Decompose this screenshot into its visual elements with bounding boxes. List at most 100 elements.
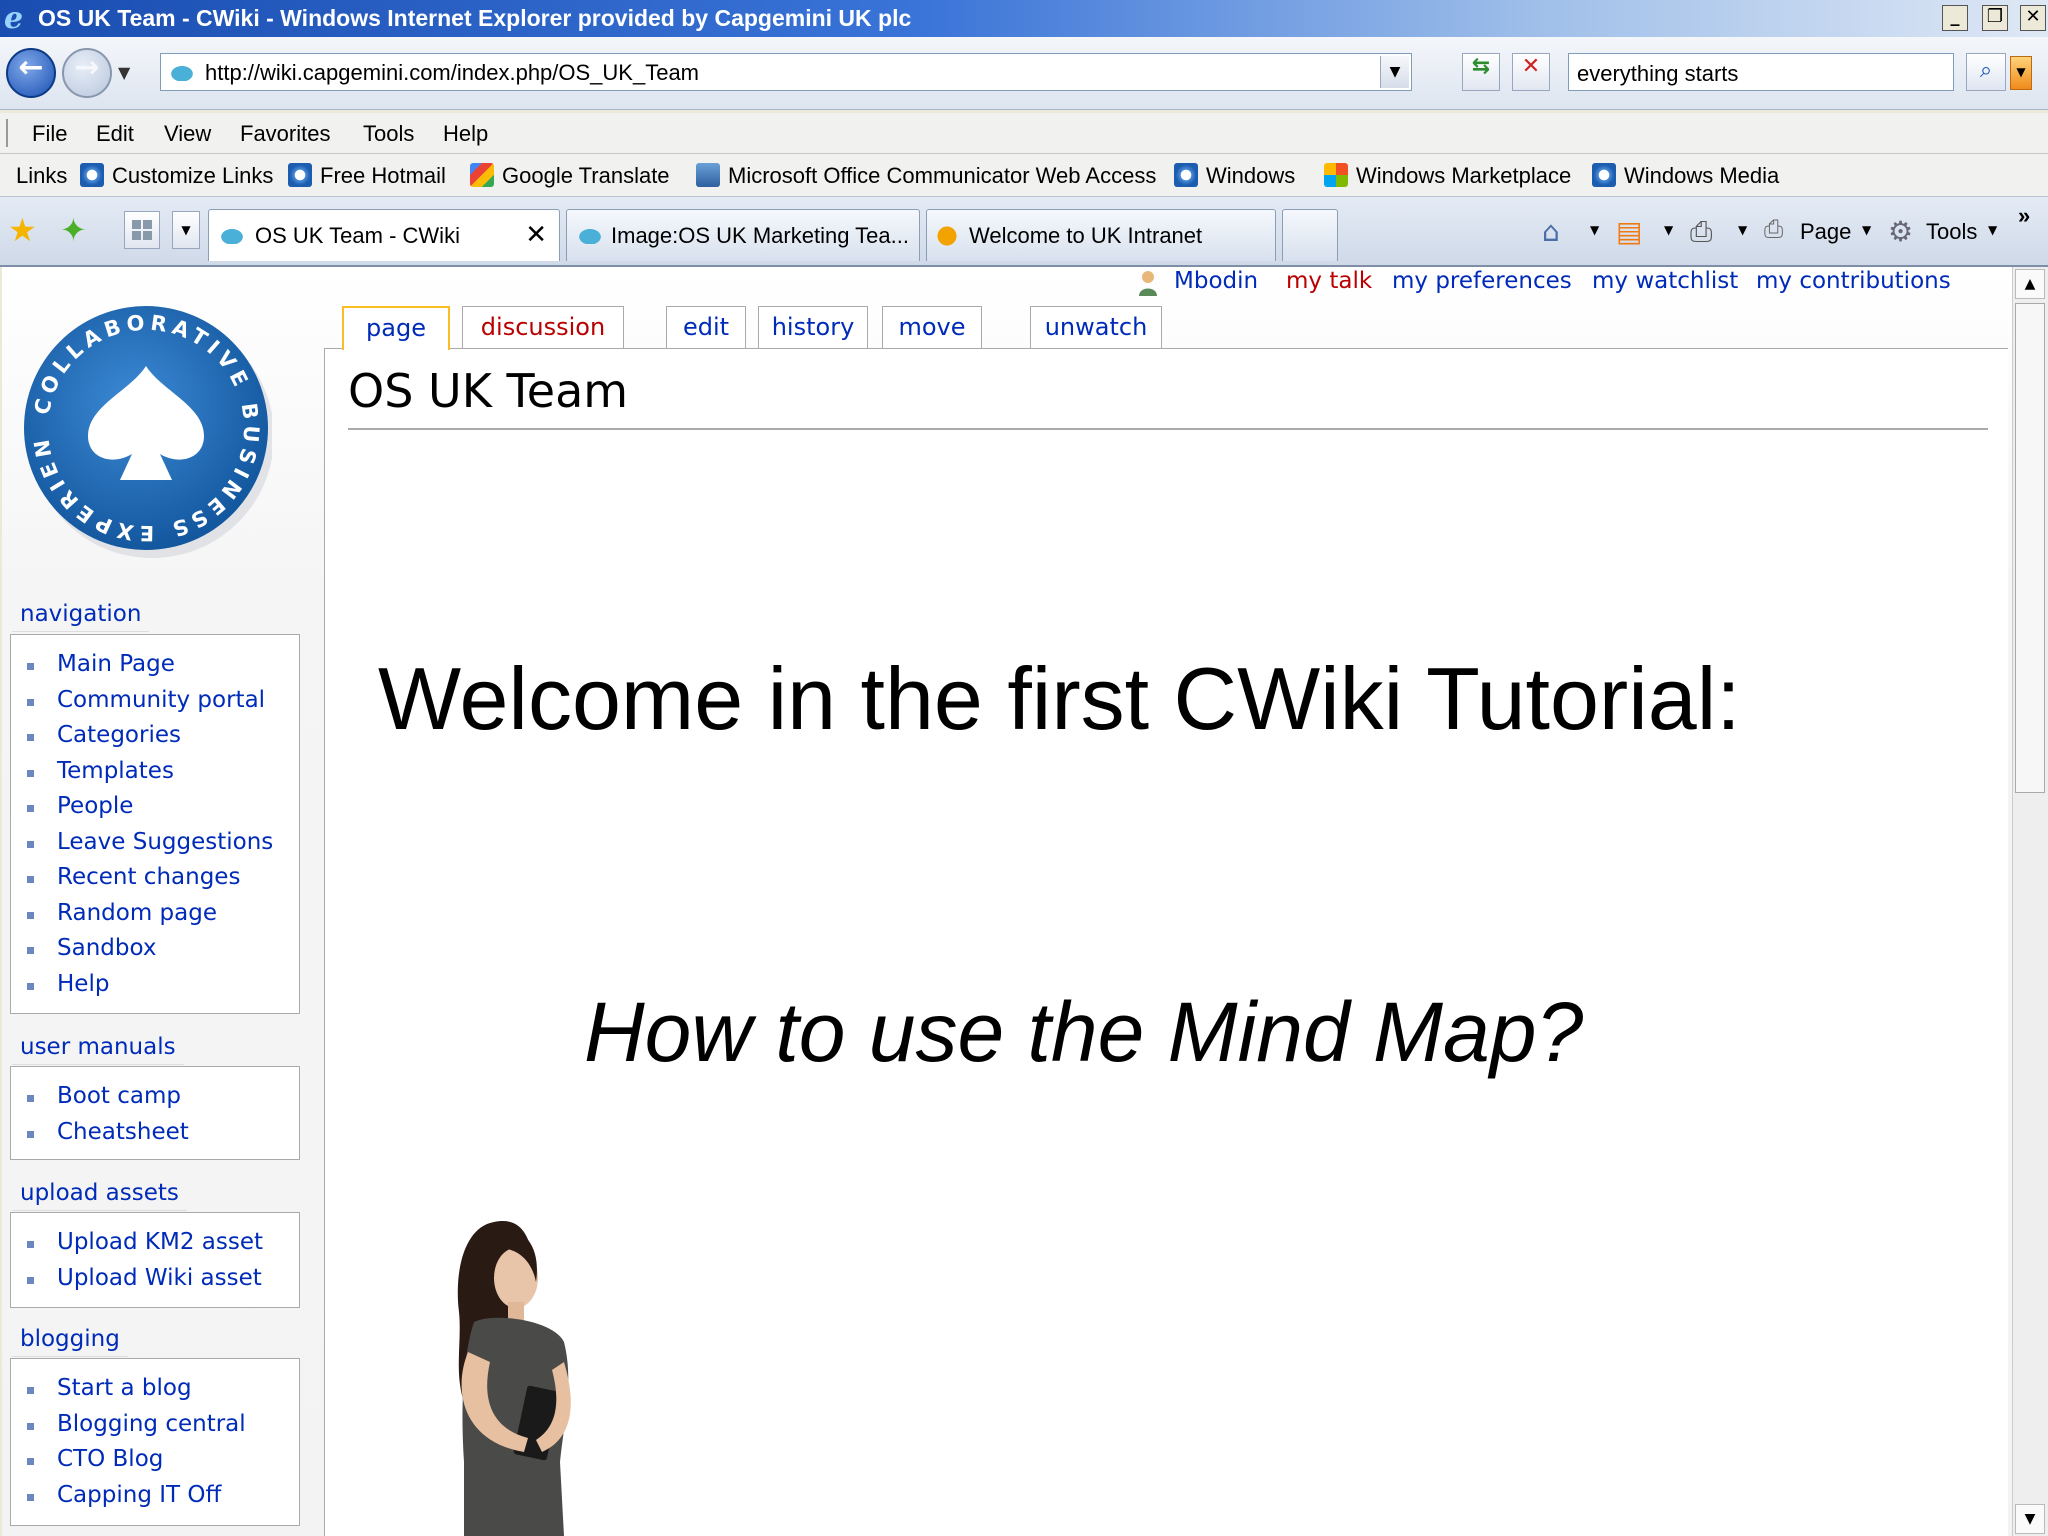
intranet-favicon-icon (935, 224, 959, 248)
slide-subtitle: How to use the Mind Map? (584, 985, 1584, 1079)
links-label[interactable]: Links (16, 163, 67, 189)
menu-edit[interactable]: Edit (96, 121, 134, 147)
link-communicator-web-access[interactable]: Microsoft Office Communicator Web Access (696, 163, 1156, 189)
tab-history[interactable]: history (758, 306, 868, 348)
site-favicon-icon (575, 226, 605, 244)
link-google-translate[interactable]: Google Translate (470, 163, 670, 189)
history-dropdown-icon[interactable]: ▼ (118, 63, 130, 82)
address-bar[interactable]: http://wiki.capgemini.com/index.php/OS_U… (160, 53, 1412, 91)
search-icon[interactable]: ⌕ (1966, 53, 2006, 91)
user-manuals-portlet: Boot camp Cheatsheet (10, 1066, 300, 1160)
quick-tabs-icon[interactable] (124, 211, 160, 249)
vertical-scrollbar[interactable]: ▲ ▼ (2012, 267, 2048, 1536)
home-dropdown-icon[interactable]: ▼ (1590, 223, 1599, 237)
link-windows[interactable]: Windows (1174, 163, 1295, 189)
my-watchlist-link[interactable]: my watchlist (1592, 268, 1738, 294)
rss-feeds-icon[interactable]: ▤ (1616, 215, 1642, 248)
menu-bar: File Edit View Favorites Tools Help (0, 113, 2048, 154)
address-dropdown-icon[interactable]: ▼ (1380, 56, 1409, 88)
links-bar: Links Customize Links Free Hotmail Googl… (0, 154, 2048, 197)
window-title-bar[interactable]: e OS UK Team - CWiki - Windows Internet … (0, 0, 2048, 37)
scrollbar-thumb[interactable] (2015, 303, 2045, 793)
refresh-button[interactable]: ⇆ (1462, 53, 1500, 91)
page-title: OS UK Team (348, 364, 629, 418)
woman-holding-book-image (457, 1221, 571, 1536)
tab-label: Welcome to UK Intranet (969, 223, 1203, 248)
tab-uk-intranet[interactable]: Welcome to UK Intranet (926, 209, 1276, 261)
menu-view[interactable]: View (164, 121, 211, 147)
home-icon[interactable]: ⌂ (1542, 215, 1560, 248)
personal-user-link[interactable]: Mbodin (1174, 268, 1258, 294)
tab-discussion[interactable]: discussion (462, 306, 624, 348)
page-menu-icon[interactable]: ⎙ (1764, 215, 1783, 243)
communicator-icon (696, 163, 720, 187)
user-icon (1139, 271, 1157, 296)
print-icon[interactable]: ⎙ (1690, 215, 1712, 249)
my-contributions-link[interactable]: my contributions (1756, 268, 1951, 294)
my-preferences-link[interactable]: my preferences (1392, 268, 1572, 294)
ie-logo-icon: e (4, 1, 24, 36)
search-box[interactable] (1568, 53, 1954, 91)
windows-flag-icon (1324, 163, 1348, 187)
tools-gear-icon[interactable]: ⚙ (1888, 215, 1913, 248)
add-favorite-icon[interactable]: ✦ (60, 211, 87, 249)
menu-tools[interactable]: Tools (363, 121, 414, 147)
tab-image-marketing[interactable]: Image:OS UK Marketing Tea... (566, 209, 920, 261)
link-windows-media[interactable]: Windows Media (1592, 163, 1779, 189)
blogging-heading: blogging (12, 1326, 128, 1357)
my-talk-link[interactable]: my talk (1286, 268, 1372, 294)
tab-label: OS UK Team - CWiki (255, 223, 460, 248)
collaborative-business-experience-logo[interactable]: COLLABORATIVE BUSINESS EXPERIENCE (20, 296, 272, 560)
search-input[interactable] (1575, 60, 1949, 88)
scroll-down-icon[interactable]: ▼ (2015, 1504, 2045, 1534)
toolbar-grip (6, 119, 11, 147)
favorites-star-icon[interactable]: ★ (8, 211, 37, 249)
blogging-portlet: Start a blog Blogging central CTO Blog C… (10, 1358, 300, 1526)
print-dropdown-icon[interactable]: ▼ (1738, 223, 1747, 237)
tab-unwatch[interactable]: unwatch (1030, 306, 1162, 348)
page-menu-dropdown-icon[interactable]: ▼ (1862, 223, 1871, 237)
close-tab-icon[interactable]: ✕ (525, 220, 547, 250)
stop-button[interactable]: ✕ (1512, 53, 1550, 91)
tab-os-uk-team[interactable]: OS UK Team - CWiki ✕ (208, 209, 560, 261)
tab-edit[interactable]: edit (666, 306, 746, 348)
close-window-button[interactable]: ✕ (2020, 5, 2046, 31)
back-button[interactable]: ← (6, 48, 56, 98)
link-customize-links[interactable]: Customize Links (80, 163, 273, 189)
menu-favorites[interactable]: Favorites (240, 121, 330, 147)
navigation-heading: navigation (12, 601, 150, 632)
tab-move[interactable]: move (882, 306, 982, 348)
tab-page[interactable]: page (342, 306, 450, 350)
ie-page-icon (1592, 163, 1616, 187)
ie-page-icon (288, 163, 312, 187)
ie-page-icon (1174, 163, 1198, 187)
scroll-up-icon[interactable]: ▲ (2015, 269, 2045, 299)
tab-bar: ★ ✦ ▼ OS UK Team - CWiki ✕ Image:OS UK M… (0, 197, 2048, 267)
tab-label: Image:OS UK Marketing Tea... (611, 223, 909, 248)
menu-help[interactable]: Help (443, 121, 488, 147)
page-menu-label[interactable]: Page (1800, 219, 1851, 245)
restore-button[interactable]: ❐ (1982, 5, 2008, 31)
link-free-hotmail[interactable]: Free Hotmail (288, 163, 446, 189)
menu-file[interactable]: File (32, 121, 67, 147)
new-tab-button[interactable] (1282, 209, 1338, 261)
minimize-button[interactable]: _ (1942, 5, 1968, 31)
forward-button[interactable]: → (62, 48, 112, 98)
slide-title: Welcome in the first CWiki Tutorial: (378, 649, 1741, 748)
site-favicon-icon (217, 226, 247, 244)
tools-menu-label[interactable]: Tools (1926, 219, 1977, 245)
upload-assets-portlet: Upload KM2 asset Upload Wiki asset (10, 1212, 300, 1308)
tab-list-dropdown-icon[interactable]: ▼ (172, 211, 200, 249)
heading-divider (348, 428, 1988, 430)
tools-menu-dropdown-icon[interactable]: ▼ (1988, 223, 1997, 237)
user-manuals-heading: user manuals (12, 1034, 184, 1065)
navigation-portlet: Main Page Community portal Categories Te… (10, 634, 300, 1014)
link-windows-marketplace[interactable]: Windows Marketplace (1324, 163, 1571, 189)
feeds-dropdown-icon[interactable]: ▼ (1664, 223, 1673, 237)
toolbar-overflow-chevron[interactable]: » (2018, 203, 2030, 229)
search-provider-dropdown-icon[interactable]: ▼ (2010, 56, 2032, 90)
window-title: OS UK Team - CWiki - Windows Internet Ex… (38, 5, 912, 31)
upload-assets-heading: upload assets (12, 1180, 187, 1211)
google-icon (470, 163, 494, 187)
address-url[interactable]: http://wiki.capgemini.com/index.php/OS_U… (205, 60, 699, 86)
